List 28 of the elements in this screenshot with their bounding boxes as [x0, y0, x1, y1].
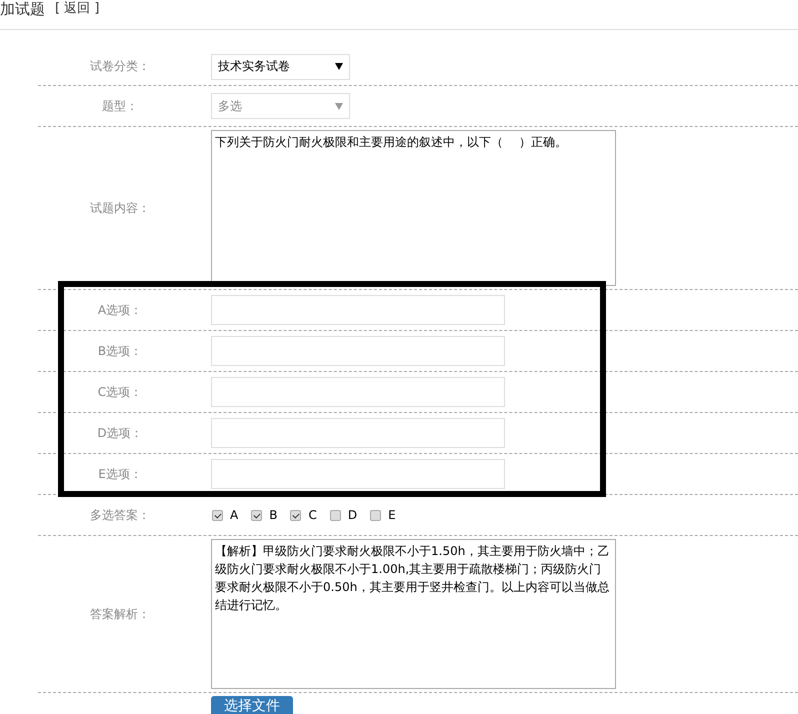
- text-area[interactable]: 【解析】甲级防火门要求耐火极限不小于1.50h，其主要用于防火墙中；乙级防火门要求耐火极限不小于1.00h,其主要用于疏散楼梯门；丙级防火门要求耐火极限不小于0.50h，其主要用于竖井检查门。以上内容可以当做总结进行记忆。: [211, 539, 616, 689]
- input-field[interactable]: [211, 459, 505, 489]
- input-field[interactable]: [211, 377, 505, 407]
- back-link[interactable]: [ 返回 ]: [55, 2, 100, 16]
- dropdown-caret-icon: [335, 102, 343, 110]
- field-label: E选项：: [97, 466, 143, 482]
- field-label: 试卷分类：: [89, 58, 151, 75]
- field-label: 答案解析：: [89, 606, 151, 622]
- choose-file-button[interactable]: 选择文件: [211, 696, 293, 714]
- answer-checkbox[interactable]: C: [290, 508, 317, 522]
- field-label: A选项：: [96, 302, 144, 318]
- answer-checkbox[interactable]: B: [251, 508, 278, 522]
- field-label: B选项：: [96, 342, 144, 360]
- field-label: D选项：: [96, 424, 144, 442]
- select-field[interactable]: 技术实务试卷: [211, 54, 350, 80]
- answer-checkbox[interactable]: E: [370, 508, 396, 522]
- field-label: 试题内容：: [89, 200, 151, 216]
- input-field[interactable]: [211, 418, 505, 448]
- field-label: 题型：: [101, 98, 139, 114]
- input-field[interactable]: [211, 336, 505, 366]
- text-area[interactable]: 下列关于防火门耐火极限和主要用途的叙述中，以下（ ）正确。: [211, 130, 616, 286]
- answer-checkbox[interactable]: D: [330, 508, 358, 522]
- dropdown-caret-icon: [335, 63, 343, 70]
- answer-checkbox[interactable]: A: [212, 508, 238, 522]
- field-label: 多选答案：: [89, 506, 151, 524]
- input-field[interactable]: [211, 295, 505, 325]
- page-title: 加试题: [0, 2, 45, 16]
- field-label: C选项：: [96, 384, 144, 400]
